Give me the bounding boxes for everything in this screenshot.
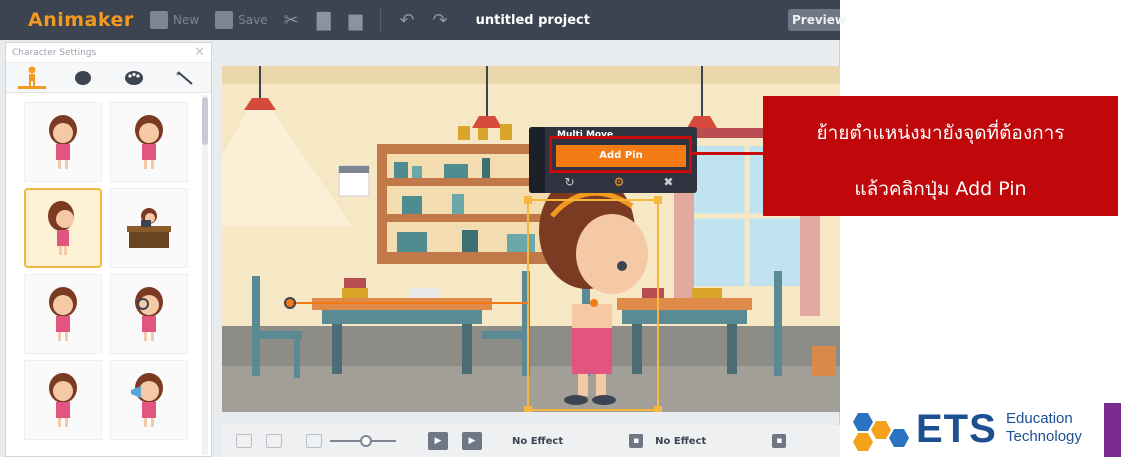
add-pin-button[interactable]: Add Pin [556, 145, 686, 167]
bottom-toolbar: ▶ ▶ No Effect ▪ No Effect ▪ [222, 425, 840, 457]
close-icon[interactable]: ✕ [194, 45, 205, 60]
callout-line2: แล้วคลิกปุ่ม Add Pin [854, 178, 1027, 200]
panel-title: Character Settings [12, 47, 97, 58]
save-icon [215, 11, 234, 29]
redo-icon[interactable]: ↷ [433, 10, 448, 31]
cut-icon[interactable]: ✂ [284, 10, 299, 31]
ets-line2: Technology [1006, 428, 1082, 445]
character-thumbnail-selected[interactable] [24, 188, 102, 268]
costume-icon [74, 70, 91, 85]
new-label: New [173, 13, 200, 27]
character-thumbnail[interactable] [110, 274, 188, 354]
preview-button[interactable]: Preview [788, 9, 846, 31]
tab-color[interactable] [120, 67, 148, 89]
ets-logo: ETS Education Technology [846, 403, 1121, 457]
panel-header: Character Settings ✕ [6, 43, 211, 63]
exit-effect-label[interactable]: No Effect [655, 436, 706, 447]
settings-icon[interactable]: ⚙ [614, 175, 625, 189]
character-thumbnail[interactable] [24, 102, 102, 182]
copy-icon[interactable]: ▇ [317, 10, 331, 31]
exit-effect-icon[interactable]: ▪ [629, 434, 644, 448]
tab-effects[interactable]: * [171, 67, 199, 89]
fit-screen-icon[interactable] [236, 434, 252, 448]
zoom-slider[interactable] [328, 434, 398, 448]
character-thumbnail[interactable] [110, 102, 188, 182]
ets-hexagons-icon [853, 413, 909, 451]
library-scene [222, 66, 840, 412]
popup-actions: ↻ ⚙ ✖ [545, 175, 693, 189]
panel-tabs: * [6, 63, 211, 93]
tab-character[interactable] [17, 66, 46, 89]
drag-handle-icon[interactable] [529, 127, 545, 193]
save-label: Save [238, 13, 268, 27]
save-button[interactable]: Save [215, 11, 268, 29]
animaker-app: Animaker New Save ✂ ▇ ▆ ↶ ↷ untitled pro… [0, 0, 846, 457]
girl-character-icon [49, 115, 77, 169]
character-thumbnail[interactable] [110, 360, 188, 440]
callout-line1: ย้ายตำแหน่งมายังจุดที่ต้องการ [816, 122, 1065, 144]
toolbar-divider [380, 8, 382, 32]
reset-icon[interactable]: ↻ [565, 175, 575, 189]
play-icon[interactable]: ▶ [462, 432, 482, 450]
magic-wand-icon: * [176, 71, 194, 85]
svg-text:*: * [176, 71, 180, 80]
expand-icon[interactable] [266, 434, 282, 448]
girl-character-icon [49, 373, 77, 427]
ets-line1: Education [1006, 410, 1073, 427]
undo-icon[interactable]: ↶ [399, 10, 414, 31]
ets-brand: ETS [916, 407, 997, 451]
character-icon [28, 66, 36, 86]
character-thumbnail[interactable] [24, 274, 102, 354]
girl-character-icon [49, 287, 77, 341]
scrollbar-thumb[interactable] [202, 97, 208, 145]
character-thumbnail[interactable] [110, 188, 188, 268]
project-title[interactable]: untitled project [476, 13, 590, 28]
girl-with-magnifier-icon [135, 287, 163, 341]
close-icon[interactable]: ✖ [663, 175, 673, 189]
panel-scrollbar[interactable] [202, 95, 208, 455]
table [617, 298, 752, 310]
new-button[interactable]: New [150, 11, 199, 29]
more-effect-icon[interactable]: ▪ [772, 434, 787, 448]
enter-effect-icon[interactable]: ▶ [428, 432, 448, 450]
new-file-icon [150, 11, 168, 29]
color-palette-icon [125, 70, 144, 85]
girl-character-side-icon [48, 201, 74, 255]
scene-canvas[interactable] [222, 66, 840, 412]
grid-icon[interactable] [306, 434, 322, 448]
ets-accent-bar [1104, 403, 1121, 457]
character-thumbnail[interactable] [24, 360, 102, 440]
app-logo: Animaker [28, 9, 134, 31]
girl-character-icon [135, 115, 163, 169]
enter-effect-label[interactable]: No Effect [512, 436, 563, 447]
top-toolbar: Animaker New Save ✂ ▇ ▆ ↶ ↷ untitled pro… [0, 0, 846, 40]
move-path-start-pin [284, 297, 296, 309]
tab-costume[interactable] [69, 67, 97, 89]
instruction-callout: ย้ายตำแหน่งมายังจุดที่ต้องการ แล้วคลิกปุ… [763, 96, 1118, 216]
callout-connector [692, 152, 764, 155]
girl-at-desk-icon [127, 208, 171, 248]
paste-icon[interactable]: ▆ [349, 10, 363, 31]
girl-with-megaphone-icon [131, 373, 163, 427]
